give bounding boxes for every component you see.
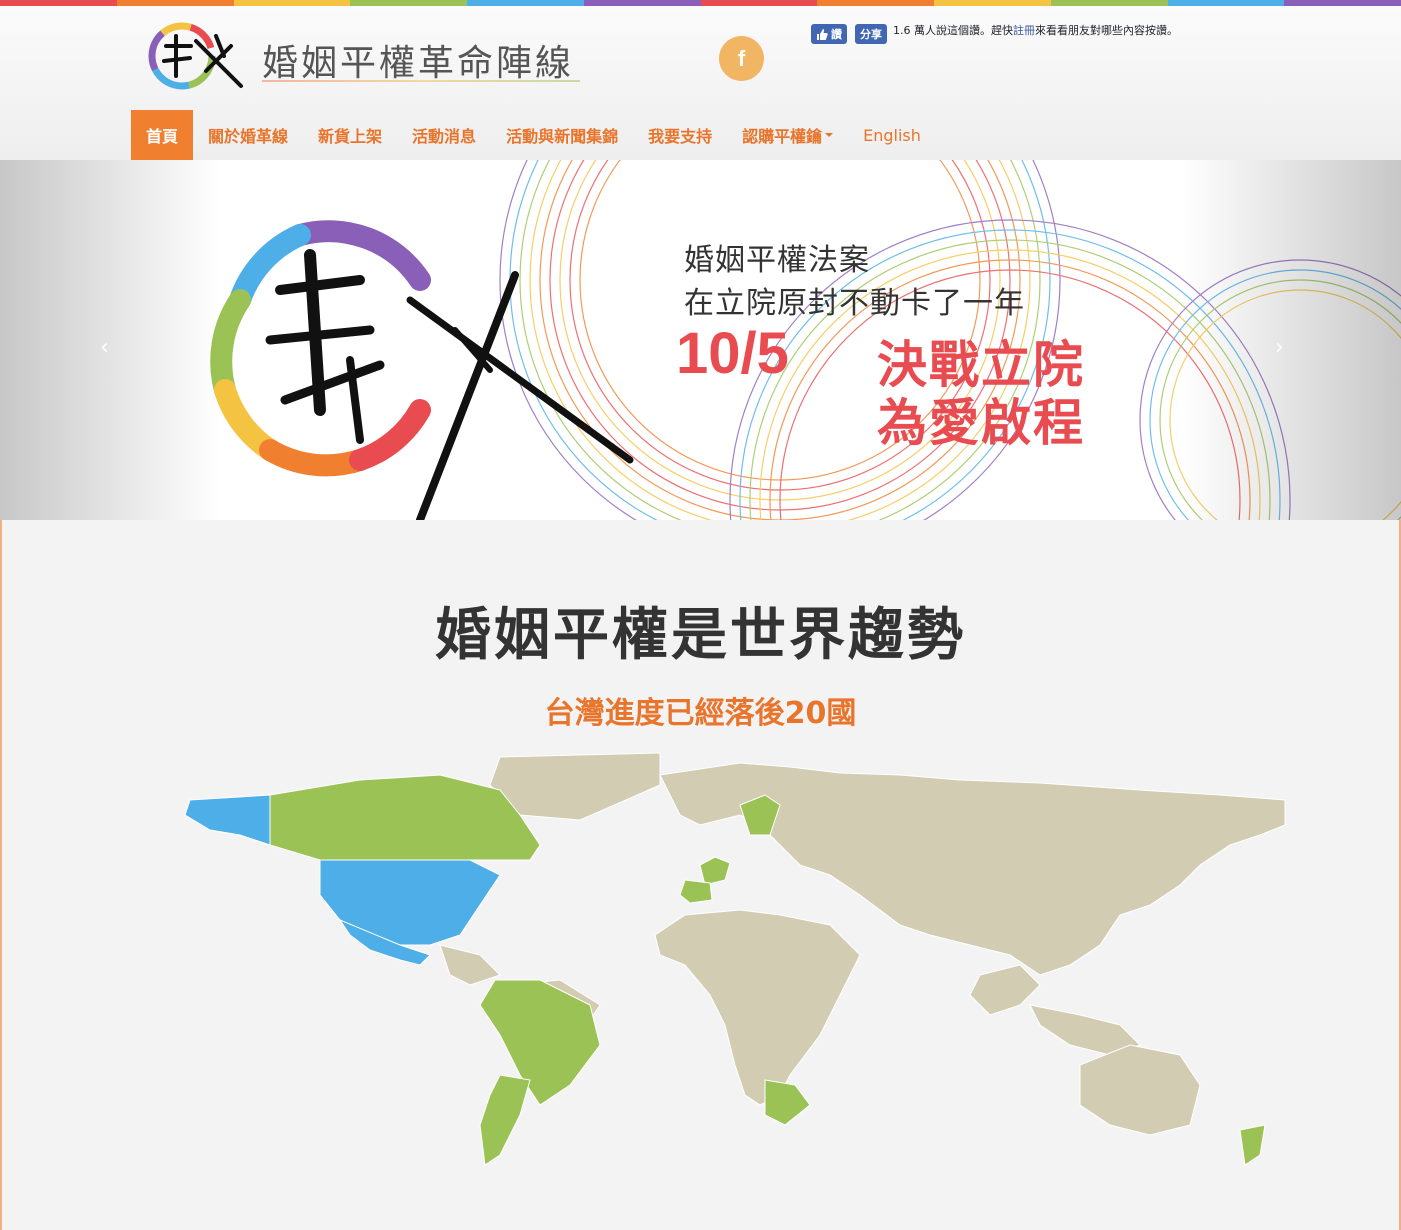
banner-slogan-line2: 為愛啟程 [877,394,1085,452]
hero-carousel: ‹ › 婚姻平權法案 在立院原封不動卡了一年 10/5 決戰立院 為愛啟程 [0,160,1401,520]
nav-item-english[interactable]: English [848,110,936,160]
nav-item-new-products[interactable]: 新貨上架 [303,110,397,160]
section-heading: 婚姻平權是世界趨勢 [435,603,966,668]
nav-item-home[interactable]: 首頁 [131,110,194,160]
carousel-next-icon[interactable]: › [1275,335,1284,360]
banner-text-line1: 婚姻平權法案 [684,243,870,278]
facebook-letter: f [737,45,746,71]
section-subheading: 台灣進度已經落後20國 [544,696,857,731]
nav-item-equality-key[interactable]: 認購平權鑰 [727,110,848,160]
title-underline [262,80,580,82]
site-title: 婚姻平權革命陣線 [262,43,575,84]
logo-mark-icon [148,22,243,90]
carousel-next-area[interactable] [1181,160,1401,520]
carousel-prev-area[interactable] [0,160,220,520]
facebook-like-widget: 讚 分享 1.6 萬人說這個讚。趕快註冊來看看朋友對哪些內容按讚。 [811,24,1191,64]
site-logo[interactable]: 婚姻平權革命陣線 [146,16,586,96]
fb-text-before: 1.6 萬人說這個讚。趕快 [893,24,1013,37]
fb-like-count-text: 1.6 萬人說這個讚。趕快註冊來看看朋友對哪些內容按讚。 [893,24,1193,38]
fb-register-link[interactable]: 註冊 [1013,24,1035,37]
fb-share-label: 分享 [860,28,882,41]
main-nav: 首頁 關於婚革線 新貨上架 活動消息 活動與新聞集錦 我要支持 認購平權鑰 En… [131,110,936,160]
chevron-down-icon [825,133,834,137]
thumbs-up-icon [817,28,828,40]
banner-text-line2: 在立院原封不動卡了一年 [684,286,1025,321]
nav-item-support[interactable]: 我要支持 [633,110,727,160]
facebook-icon[interactable]: f [719,36,764,81]
nav-item-equality-key-label: 認購平權鑰 [742,127,823,146]
fb-like-button[interactable]: 讚 [811,24,847,44]
world-map [184,752,1286,1166]
nav-item-events[interactable]: 活動消息 [397,110,491,160]
nav-item-event-news[interactable]: 活動與新聞集錦 [491,110,633,160]
fb-text-after: 來看看朋友對哪些內容按讚。 [1035,24,1178,37]
fb-share-button[interactable]: 分享 [855,24,887,44]
nav-item-about[interactable]: 關於婚革線 [193,110,303,160]
banner-date: 10/5 [676,321,789,386]
site-header: 婚姻平權革命陣線 f 讚 分享 1.6 萬人說這個讚。趕快註冊來看看朋友對哪些內… [0,6,1401,160]
carousel-prev-icon[interactable]: ‹ [100,335,109,360]
fb-like-label: 讚 [831,28,842,41]
